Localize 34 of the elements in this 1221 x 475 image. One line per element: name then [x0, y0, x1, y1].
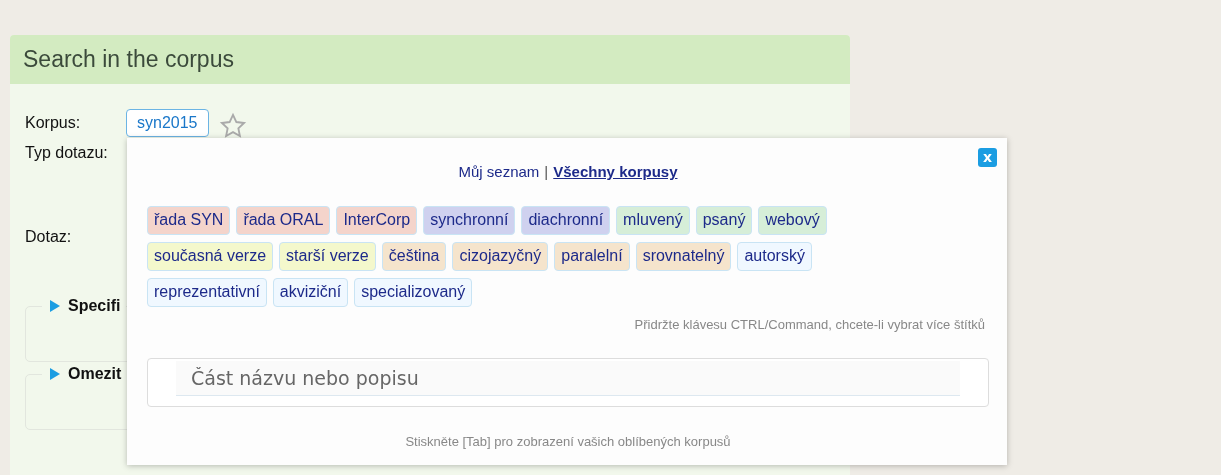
tag-button[interactable]: starší verze: [279, 242, 376, 271]
tag-button[interactable]: autorský: [737, 242, 812, 271]
tag-button[interactable]: psaný: [695, 206, 753, 235]
tag-button[interactable]: řada SYN: [147, 206, 231, 235]
section-toggle[interactable]: Omezit: [42, 365, 128, 383]
field-label: Typ dotazu:: [25, 144, 109, 162]
separator: |: [544, 163, 549, 180]
list-tab[interactable]: Všechny korpusy: [553, 163, 678, 180]
tag-button[interactable]: reprezentativní: [147, 278, 267, 307]
hint-text: Přidržte klávesu CTRL/Command, chcete-li vybrat více štítků: [633, 317, 986, 332]
triangle-icon: [50, 300, 60, 312]
field-label: Dotaz:: [25, 228, 73, 246]
field-label: Korpus:: [25, 114, 82, 132]
tag-button[interactable]: akviziční: [272, 278, 349, 307]
panel-title: Search in the corpus: [23, 46, 234, 73]
tag-button[interactable]: webový: [758, 206, 827, 235]
tag-button[interactable]: mluvený: [616, 206, 690, 235]
tag-button[interactable]: čeština: [381, 242, 447, 271]
triangle-icon: [50, 368, 60, 380]
tag-button[interactable]: diachronní: [521, 206, 611, 235]
tag-button[interactable]: současná verze: [147, 242, 274, 271]
footer-text: Stiskněte [Tab] pro zobrazení vašich oblíbených korpusů: [404, 434, 732, 449]
tag-button[interactable]: paralelní: [554, 242, 630, 271]
tag-button[interactable]: řada ORAL: [236, 206, 331, 235]
tag-button[interactable]: cizojazyčný: [452, 242, 549, 271]
tag-button[interactable]: srovnatelný: [635, 242, 732, 271]
tag-button[interactable]: InterCorp: [336, 206, 418, 235]
corpus-button[interactable]: syn2015: [126, 109, 209, 137]
tag-button[interactable]: specializovaný: [354, 278, 473, 307]
star-icon[interactable]: [218, 112, 247, 140]
list-tab[interactable]: Můj seznam: [458, 163, 540, 180]
tag-button[interactable]: synchronní: [423, 206, 516, 235]
search-field[interactable]: Část názvu nebo popisu: [147, 358, 989, 407]
section-toggle[interactable]: Specifi: [42, 297, 127, 315]
